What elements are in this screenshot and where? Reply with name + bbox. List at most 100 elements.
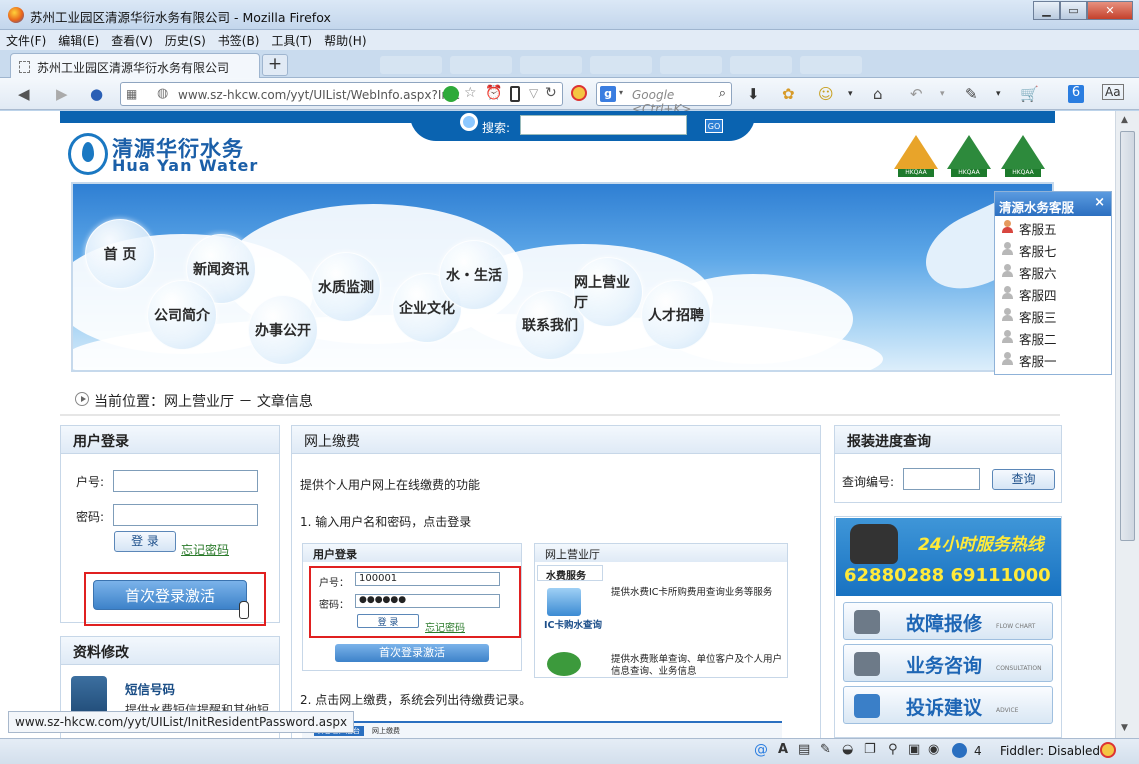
menu-file[interactable]: 文件(F): [0, 30, 52, 51]
user-offline-icon: [1001, 308, 1014, 321]
home-icon[interactable]: ⌂: [873, 85, 883, 103]
background-tab[interactable]: [590, 56, 652, 74]
menu-edit[interactable]: 编辑(E): [52, 30, 105, 51]
forgot-password-link[interactable]: 忘记密码: [181, 541, 229, 558]
kefu-close-icon[interactable]: ×: [1094, 195, 1105, 210]
kefu-item[interactable]: 客服一: [995, 348, 1111, 370]
sms-title[interactable]: 短信号码: [125, 679, 175, 698]
window-icon[interactable]: ❐: [864, 742, 876, 757]
undo-icon[interactable]: ↶: [910, 85, 923, 103]
nav-online-hall[interactable]: 网上营业厅: [573, 257, 643, 327]
text-size-icon[interactable]: Aa: [1102, 84, 1124, 100]
new-tab-button[interactable]: +: [262, 54, 288, 76]
menu-bookmarks[interactable]: 书签(B): [212, 30, 266, 51]
back-arrow-icon[interactable]: ◀: [18, 85, 30, 103]
screenshot-icon[interactable]: ▣: [908, 742, 920, 757]
tab-active[interactable]: 苏州工业园区清源华衍水务有限公司: [10, 53, 260, 78]
alarm-icon[interactable]: ⏰: [485, 85, 502, 101]
background-tab[interactable]: [380, 56, 442, 74]
page-icon: [19, 61, 30, 73]
phone-icon[interactable]: [510, 86, 520, 102]
pencil-icon[interactable]: ✎: [820, 742, 831, 757]
kefu-item[interactable]: 客服五: [995, 216, 1111, 238]
maximize-button[interactable]: ▭: [1060, 1, 1087, 20]
nav-water-quality[interactable]: 水质监测: [311, 252, 381, 322]
smiley-icon[interactable]: ☺: [818, 85, 834, 103]
search-bar[interactable]: g ▾ Google <Ctrl+K> ⌕: [596, 82, 732, 116]
background-tab[interactable]: [660, 56, 722, 74]
chevron-down-icon[interactable]: ▾: [940, 89, 945, 99]
globe-icon[interactable]: [952, 743, 967, 758]
google-search-icon[interactable]: g: [600, 86, 616, 102]
background-tab[interactable]: [520, 56, 582, 74]
user-offline-icon: [1001, 286, 1014, 299]
business-consult-button[interactable]: 业务咨询 CONSULTATION: [843, 644, 1053, 682]
dropdown-icon[interactable]: ▽: [529, 86, 538, 100]
download-icon[interactable]: ⬇: [747, 85, 760, 103]
cart-icon[interactable]: 🛒: [1020, 85, 1039, 103]
complaint-button[interactable]: 投诉建议 ADVICE: [843, 686, 1053, 724]
mini-login-title: 用户登录: [303, 544, 521, 562]
background-tab[interactable]: [800, 56, 862, 74]
link-hint-tooltip: www.sz-hkcw.com/yyt/UIList/InitResidentP…: [8, 711, 355, 733]
text-icon[interactable]: A: [778, 742, 788, 757]
nav-water-life[interactable]: 水・生活: [439, 240, 509, 310]
scroll-down-icon[interactable]: ▼: [1121, 723, 1128, 733]
menu-history[interactable]: 历史(S): [159, 30, 212, 51]
grid-icon[interactable]: ▦: [126, 87, 137, 101]
menu-view[interactable]: 查看(V): [105, 30, 159, 51]
mask-icon[interactable]: ◒: [842, 742, 853, 757]
kefu-item[interactable]: 客服七: [995, 238, 1111, 260]
minimize-button[interactable]: ▁: [1033, 1, 1060, 20]
first-login-activate-button[interactable]: 首次登录激活: [93, 580, 247, 610]
nav-about[interactable]: 公司简介: [147, 280, 217, 350]
zoom-icon[interactable]: ⚲: [888, 742, 898, 757]
search-icon[interactable]: ⌕: [719, 86, 726, 101]
login-button[interactable]: 登 录: [114, 531, 176, 552]
go-button[interactable]: GO: [705, 119, 723, 133]
nav-public-affairs[interactable]: 办事公开: [248, 295, 318, 365]
magnifier-icon: [460, 113, 478, 131]
adblock-icon[interactable]: [1100, 742, 1116, 758]
app-icon[interactable]: 6: [1068, 85, 1084, 103]
query-button[interactable]: 查询: [992, 469, 1055, 490]
url-bar[interactable]: ▦ ◍ www.sz-hkcw.com/yyt/UIList/WebInfo.a…: [120, 82, 563, 106]
menu-tools[interactable]: 工具(T): [265, 30, 318, 51]
addon-icon[interactable]: ✿: [782, 85, 795, 103]
fault-report-button[interactable]: 故障报修 FLOW CHART: [843, 602, 1053, 640]
home-orb-icon[interactable]: ●: [90, 85, 103, 103]
account-input[interactable]: [113, 470, 258, 492]
scroll-up-icon[interactable]: ▲: [1121, 115, 1128, 125]
user-offline-icon: [1001, 264, 1014, 277]
url-text[interactable]: www.sz-hkcw.com/yyt/UIList/WebInfo.aspx?…: [178, 88, 460, 102]
chevron-down-icon[interactable]: ▾: [848, 89, 853, 99]
nav-home[interactable]: 首 页: [85, 219, 155, 289]
close-window-button[interactable]: ✕: [1087, 1, 1133, 20]
document-icon[interactable]: ▤: [798, 742, 810, 757]
chevron-down-icon[interactable]: ▾: [619, 88, 623, 97]
query-input[interactable]: [903, 468, 980, 490]
go-arrow-icon[interactable]: [443, 86, 459, 102]
fiddler-status[interactable]: Fiddler: Disabled: [1000, 744, 1100, 758]
kefu-item[interactable]: 客服四: [995, 282, 1111, 304]
menu-help[interactable]: 帮助(H): [318, 30, 372, 51]
reload-icon[interactable]: ↻: [545, 85, 557, 101]
tools-icon[interactable]: ✎: [965, 85, 978, 103]
at-icon[interactable]: @: [754, 742, 768, 758]
scroll-thumb[interactable]: [1120, 131, 1135, 541]
background-tab[interactable]: [450, 56, 512, 74]
kefu-item[interactable]: 客服二: [995, 326, 1111, 348]
star-bookmark-icon[interactable]: ☆: [464, 85, 477, 101]
forward-arrow-icon[interactable]: ▶: [56, 85, 68, 103]
vertical-scrollbar[interactable]: ▲ ▼: [1115, 111, 1139, 738]
kefu-item[interactable]: 客服三: [995, 304, 1111, 326]
mini-account-input: 100001: [355, 572, 500, 586]
adblock-icon[interactable]: [571, 85, 587, 101]
camera-icon[interactable]: ◉: [928, 742, 939, 757]
nav-careers[interactable]: 人才招聘: [641, 280, 711, 350]
chevron-down-icon[interactable]: ▾: [996, 89, 1001, 99]
site-search-input[interactable]: [520, 115, 687, 135]
password-input[interactable]: [113, 504, 258, 526]
background-tab[interactable]: [730, 56, 792, 74]
kefu-item[interactable]: 客服六: [995, 260, 1111, 282]
